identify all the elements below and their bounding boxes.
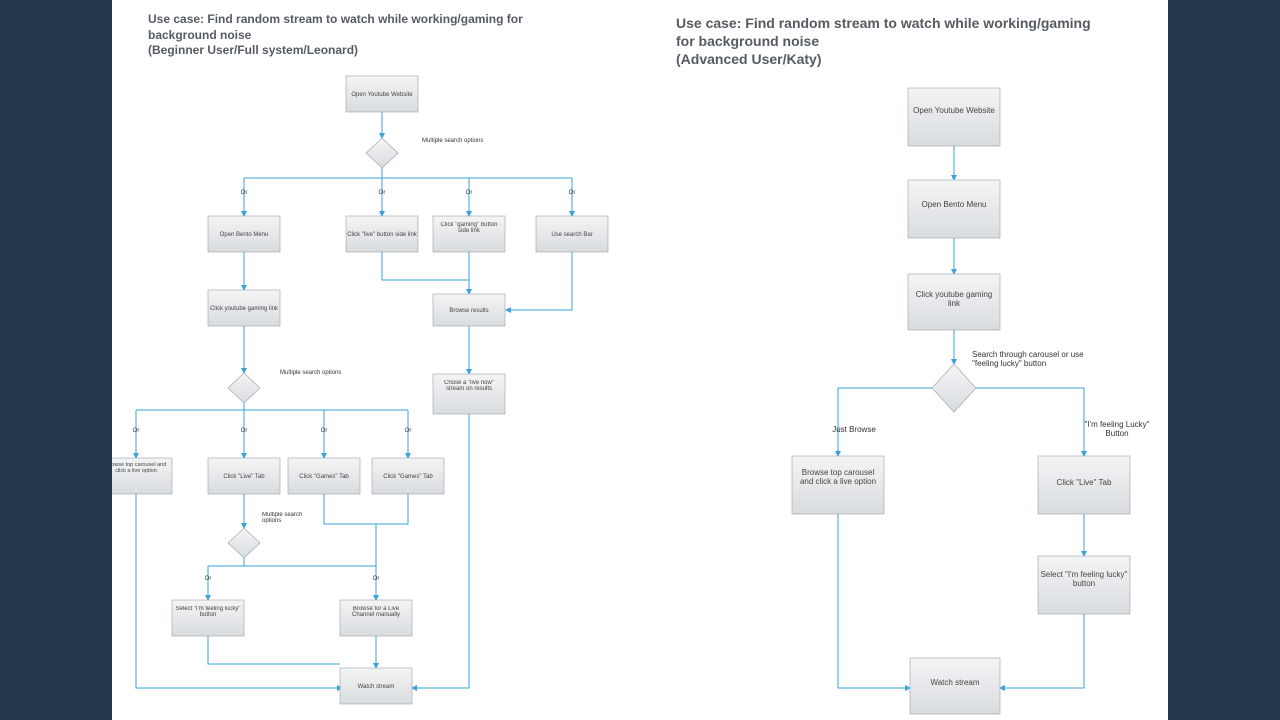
node-c3-label: Click "Games" Tab [299, 474, 349, 480]
node-r4-label: Browse top carousel and click a live opt… [794, 468, 882, 486]
decision-2-label: Multiple search options [280, 370, 341, 376]
decision-1 [366, 138, 398, 168]
node-b2-label: Click "live" button side link [347, 232, 418, 238]
node-n4-label: Chose a "live now" stream on results [435, 380, 503, 392]
node-final-label: Watch stream [358, 684, 395, 690]
or-9: Or [205, 576, 212, 582]
branch-left-label: Just Browse [832, 425, 876, 434]
or-4: Or [569, 190, 576, 196]
or-3: Or [466, 190, 473, 196]
or-7: Or [321, 428, 328, 434]
node-r6-label: Select "I'm feeling lucky" button [1040, 570, 1128, 588]
flowchart-right-svg: Open Youtube Website Open Bento Menu Cli… [652, 0, 1168, 720]
node-d1-label: Select "I'm feeling lucky" button [174, 606, 242, 618]
flowchart-right-panel: Use case: Find random stream to watch wh… [652, 0, 1168, 720]
node-r1-label: Open Youtube Website [910, 106, 998, 115]
flowchart-left-panel: Use case: Find random stream to watch wh… [112, 0, 652, 720]
node-n2-label: Click youtube gaming link [210, 306, 279, 312]
decision-3-label: Multiple search options [262, 512, 322, 524]
or-10: Or [373, 576, 380, 582]
or-5: Or [133, 428, 140, 434]
node-r2-label: Open Bento Menu [910, 200, 998, 209]
or-8: Or [405, 428, 412, 434]
node-b4-label: Use search Bar [551, 232, 592, 238]
node-d2-label: Browse for a Live Channel manually [342, 606, 410, 618]
or-1: Or [241, 190, 248, 196]
node-r3-label: Click youtube gaming link [910, 290, 998, 308]
node-b1-label: Open Bento Menu [220, 232, 269, 238]
decision-1-label: Multiple search options [422, 138, 483, 144]
node-r5-label: Click "Live" Tab [1040, 478, 1128, 487]
node-open-youtube-label: Open Youtube Website [351, 92, 413, 98]
node-n3-label: Browse results [449, 308, 488, 314]
node-c2-label: Click "Live" Tab [223, 474, 265, 480]
flowchart-left-svg: Open Youtube Website Multiple search opt… [112, 0, 652, 720]
node-rfinal-label: Watch stream [912, 678, 998, 687]
decision-2 [228, 373, 260, 403]
decision-r [932, 364, 976, 412]
branch-right-label: "I'm feeling Lucky" Button [1072, 420, 1162, 438]
decision-3 [228, 528, 260, 558]
node-b3-label: Click "gaming" button side link [435, 222, 503, 234]
or-2: Or [379, 190, 386, 196]
decision-r-label: Search through carousel or use "feeling … [972, 350, 1092, 368]
or-6: Or [241, 428, 248, 434]
node-c1-label: Browse top carousel and click a live opt… [112, 462, 170, 474]
node-c4-label: Click "Games" Tab [383, 474, 433, 480]
